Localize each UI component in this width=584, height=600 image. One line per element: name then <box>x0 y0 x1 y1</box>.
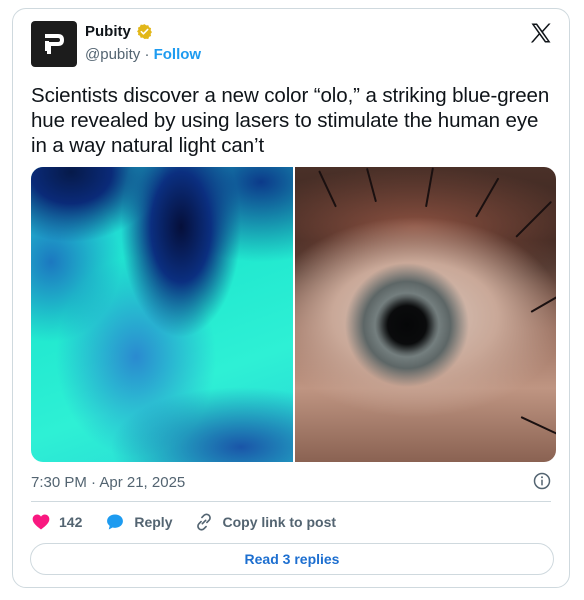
verified-badge-icon <box>136 24 152 39</box>
copy-link-button[interactable]: Copy link to post <box>194 512 336 532</box>
eyelash <box>530 283 556 313</box>
pubity-logo-icon <box>45 34 64 54</box>
info-icon[interactable] <box>533 472 551 490</box>
link-icon <box>197 513 212 531</box>
tweet-card: Pubity @pubity · Follow Scientists disco… <box>12 8 570 588</box>
read-replies-label: Read 3 replies <box>244 551 340 567</box>
eyelash <box>365 167 377 203</box>
divider <box>31 501 551 502</box>
tweet-media[interactable] <box>31 167 556 462</box>
author-name[interactable]: Pubity <box>85 23 131 40</box>
like-button[interactable]: 142 <box>31 512 82 532</box>
eyelash <box>520 416 556 440</box>
eyelash <box>318 170 337 208</box>
follow-link[interactable]: Follow <box>154 46 202 63</box>
tweet-timestamp[interactable]: 7:30 PM · Apr 21, 2025 <box>31 474 185 491</box>
eyelash <box>425 167 434 208</box>
tweet-text: Scientists discover a new color “olo,” a… <box>31 84 550 157</box>
like-count: 142 <box>59 514 83 530</box>
author-handle[interactable]: @pubity <box>85 46 140 63</box>
author-handle-row: @pubity · Follow <box>85 46 201 63</box>
handle-separator: · <box>144 46 150 63</box>
tweet-actions: 142 Reply Copy link to post <box>31 512 358 532</box>
copy-link-label: Copy link to post <box>222 514 337 530</box>
eyelash <box>475 177 500 218</box>
reply-button[interactable]: Reply <box>104 512 172 532</box>
reply-label: Reply <box>134 514 173 530</box>
author-name-row: Pubity <box>85 23 153 40</box>
avatar[interactable] <box>31 21 77 67</box>
x-logo-icon[interactable] <box>529 21 553 45</box>
heart-icon <box>32 514 50 530</box>
read-replies-button[interactable]: Read 3 replies <box>30 543 554 575</box>
human-eye-image[interactable] <box>295 167 556 462</box>
olo-color-image[interactable] <box>31 167 293 462</box>
reply-bubble-icon <box>107 514 124 530</box>
eyelash <box>515 200 553 238</box>
